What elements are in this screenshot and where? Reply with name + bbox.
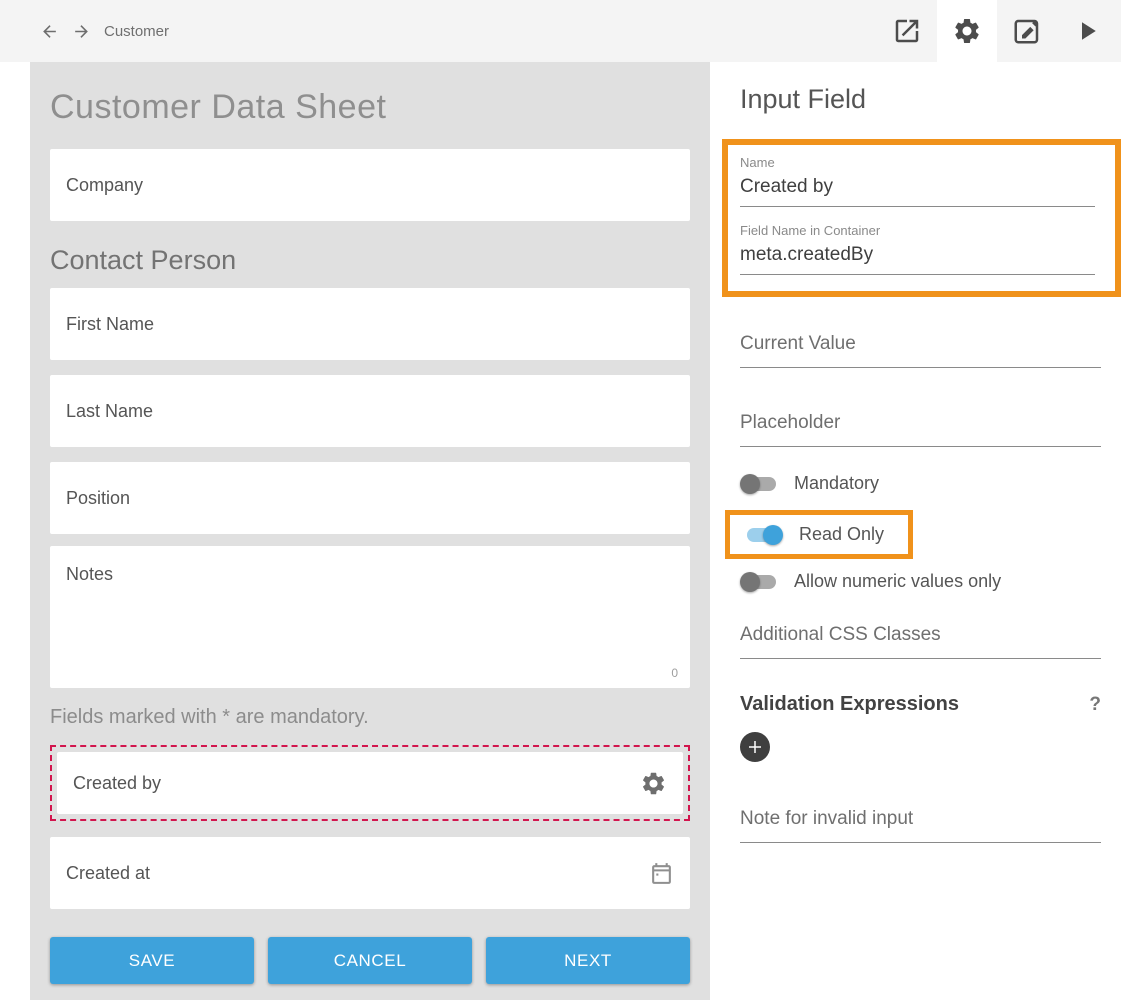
read-only-switch[interactable]: [745, 525, 783, 545]
prop-placeholder: Placeholder: [740, 412, 1101, 447]
toggle-mandatory[interactable]: Mandatory: [740, 473, 1101, 494]
toggle-group: Mandatory Read Only Allow numeric values…: [740, 473, 1101, 592]
read-only-annotation: Read Only: [725, 510, 913, 559]
name-fields-annotation: Name Created by Field Name in Container …: [722, 139, 1121, 297]
field-created-at[interactable]: Created at: [50, 837, 690, 909]
field-position[interactable]: Position: [50, 462, 690, 534]
edit-icon[interactable]: [997, 0, 1057, 62]
placeholder-input[interactable]: Placeholder: [740, 412, 1101, 447]
field-last-name[interactable]: Last Name: [50, 375, 690, 447]
field-label: Notes: [66, 564, 680, 585]
back-arrow-icon[interactable]: [38, 20, 60, 42]
field-label: First Name: [66, 314, 154, 335]
prop-field-name-input[interactable]: meta.createdBy: [740, 244, 1095, 275]
run-icon[interactable]: [1057, 0, 1117, 62]
prop-current-value: Current Value: [740, 333, 1101, 368]
field-label: Company: [66, 175, 143, 196]
validation-expressions-section: Validation Expressions ?: [740, 693, 1101, 716]
prop-field-name: Field Name in Container meta.createdBy: [740, 223, 1095, 275]
prop-invalid-note: Note for invalid input: [740, 808, 1101, 843]
field-label: Last Name: [66, 401, 153, 422]
help-icon[interactable]: ?: [1089, 694, 1101, 716]
nav-arrows: [38, 20, 92, 42]
field-label: Position: [66, 488, 130, 509]
top-bar: Customer: [0, 0, 1121, 62]
current-value-input[interactable]: Current Value: [740, 333, 1101, 368]
field-label: Created by: [73, 773, 161, 794]
mandatory-note: Fields marked with * are mandatory.: [50, 706, 690, 729]
calendar-icon[interactable]: [649, 861, 674, 886]
forward-arrow-icon[interactable]: [70, 20, 92, 42]
invalid-note-input[interactable]: Note for invalid input: [740, 808, 1101, 843]
mandatory-switch[interactable]: [740, 474, 778, 494]
add-validation-button[interactable]: [740, 732, 770, 762]
field-notes[interactable]: Notes 0: [50, 546, 690, 688]
save-button[interactable]: SAVE: [50, 937, 254, 984]
properties-panel: Input Field Name Created by Field Name i…: [722, 62, 1121, 1000]
form-title: Customer Data Sheet: [50, 88, 690, 127]
toggle-label: Read Only: [799, 524, 884, 545]
character-counter: 0: [671, 666, 678, 680]
next-button[interactable]: NEXT: [486, 937, 690, 984]
toggle-label: Allow numeric values only: [794, 571, 1001, 592]
field-created-by[interactable]: Created by: [57, 752, 683, 814]
form-preview-panel: Customer Data Sheet Company Contact Pers…: [30, 62, 710, 1000]
field-settings-gear-icon[interactable]: [640, 770, 667, 797]
prop-name-label: Name: [740, 155, 1095, 170]
settings-tab-icon[interactable]: [937, 0, 997, 62]
properties-panel-title: Input Field: [740, 84, 1101, 115]
numeric-only-switch[interactable]: [740, 572, 778, 592]
field-first-name[interactable]: First Name: [50, 288, 690, 360]
css-classes-input[interactable]: Additional CSS Classes: [740, 624, 1101, 659]
field-company[interactable]: Company: [50, 149, 690, 221]
prop-name: Name Created by: [740, 155, 1095, 207]
form-button-row: SAVE CANCEL NEXT: [50, 937, 690, 984]
launch-icon[interactable]: [877, 0, 937, 62]
cancel-button[interactable]: CANCEL: [268, 937, 472, 984]
breadcrumb: Customer: [104, 23, 169, 40]
selected-field-outline[interactable]: Created by: [50, 745, 690, 821]
toggle-label: Mandatory: [794, 473, 879, 494]
prop-field-name-label: Field Name in Container: [740, 223, 1095, 238]
section-heading-contact-person: Contact Person: [50, 245, 690, 276]
toggle-read-only[interactable]: Read Only: [745, 524, 884, 545]
prop-css-classes: Additional CSS Classes: [740, 624, 1101, 659]
toggle-numeric-only[interactable]: Allow numeric values only: [740, 571, 1101, 592]
validation-expressions-heading: Validation Expressions: [740, 693, 959, 716]
topbar-tabs: [877, 0, 1117, 62]
field-label: Created at: [66, 863, 150, 884]
prop-name-input[interactable]: Created by: [740, 176, 1095, 207]
